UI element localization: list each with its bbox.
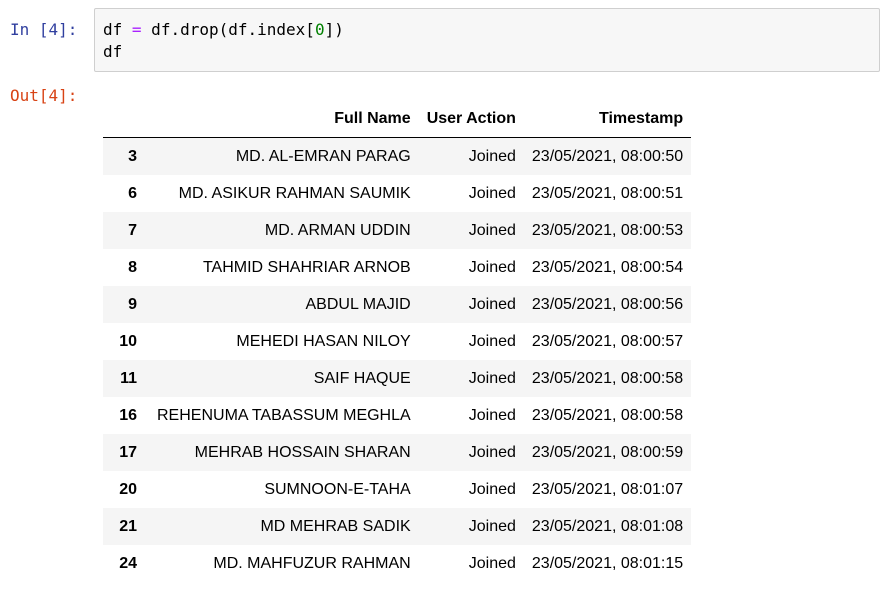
row-index: 21 [119, 517, 137, 535]
row-index: 7 [128, 221, 137, 239]
notebook-cell: In [4]: df = df.drop(df.index[0]) df Out… [0, 0, 883, 600]
cell-user-action: Joined [468, 221, 516, 239]
row-index: 6 [128, 184, 137, 202]
table-row: 11 SAIF HAQUE Joined 23/05/2021, 08:00:58 [103, 360, 692, 397]
cell-full-name: MD MEHRAB SADIK [260, 517, 411, 535]
cell-full-name: MD. MAHFUZUR RAHMAN [213, 554, 411, 572]
cell-full-name: SAIF HAQUE [313, 369, 411, 387]
table-row: 9 ABDUL MAJID Joined 23/05/2021, 08:00:56 [103, 286, 692, 323]
code-token-operator: = [131, 20, 142, 39]
output-prompt: Out[4]: [10, 86, 78, 105]
cell-user-action: Joined [468, 554, 516, 572]
column-header-full-name: Full Name [149, 101, 419, 138]
cell-timestamp: 23/05/2021, 08:00:57 [531, 332, 684, 350]
code-token-var: df [103, 20, 132, 39]
column-header-user-action: User Action [418, 101, 524, 138]
row-index: 11 [120, 369, 137, 387]
index-header [103, 101, 149, 138]
table-row: 20 SUMNOON-E-TAHA Joined 23/05/2021, 08:01:… [103, 471, 692, 508]
cell-timestamp: 23/05/2021, 08:01:07 [531, 480, 684, 498]
cell-full-name: MD. ASIKUR RAHMAN SAUMIK [178, 184, 411, 202]
cell-full-name: MEHEDI HASAN NILOY [236, 332, 411, 350]
row-index: 24 [119, 554, 137, 572]
cell-user-action: Joined [468, 369, 516, 387]
code-editor[interactable]: df = df.drop(df.index[0]) df [94, 8, 880, 72]
table-row: 8 TAHMID SHAHRIAR ARNOB Joined 23/05/2021, … [103, 249, 692, 286]
cell-user-action: Joined [468, 443, 516, 461]
table-row: 7 MD. ARMAN UDDIN Joined 23/05/2021, 08:00:… [103, 212, 692, 249]
code-token-number: 0 [314, 20, 325, 39]
row-index: 17 [119, 443, 137, 461]
code-line-2: df [103, 42, 123, 61]
cell-timestamp: 23/05/2021, 08:00:56 [531, 295, 684, 313]
cell-timestamp: 23/05/2021, 08:00:59 [531, 443, 684, 461]
cell-timestamp: 23/05/2021, 08:00:53 [531, 221, 684, 239]
row-index: 3 [128, 147, 137, 165]
cell-full-name: TAHMID SHAHRIAR ARNOB [202, 258, 411, 276]
table-row: 16 REHENUMA TABASSUM MEGHLA Joined 23/05/20… [103, 397, 692, 434]
code-line-1: df = df.drop(df.index[0]) [103, 19, 879, 41]
input-prompt: In [4]: [10, 20, 78, 39]
cell-timestamp: 23/05/2021, 08:00:51 [531, 184, 684, 202]
cell-timestamp: 23/05/2021, 08:00:50 [531, 147, 684, 165]
cell-full-name: MD. AL-EMRAN PARAG [235, 147, 411, 165]
dataframe-table: Full Name User Action Timestamp 3 MD. AL-… [103, 101, 692, 582]
cell-user-action: Joined [468, 184, 516, 202]
table-header-row: Full Name User Action Timestamp [103, 101, 692, 138]
row-index: 16 [119, 406, 137, 424]
cell-user-action: Joined [468, 517, 516, 535]
row-index: 8 [128, 258, 137, 276]
cell-timestamp: 23/05/2021, 08:00:54 [531, 258, 684, 276]
cell-user-action: Joined [468, 332, 516, 350]
row-index: 10 [119, 332, 137, 350]
table-row: 6 MD. ASIKUR RAHMAN SAUMIK Joined 23/05/202… [103, 175, 692, 212]
table-row: 10 MEHEDI HASAN NILOY Joined 23/05/2021, 08… [103, 323, 692, 360]
cell-timestamp: 23/05/2021, 08:01:08 [531, 517, 684, 535]
cell-full-name: MEHRAB HOSSAIN SHARAN [194, 443, 411, 461]
row-index: 20 [119, 480, 137, 498]
code-token-call-a: df.drop(df.index[ [141, 20, 315, 39]
cell-timestamp: 23/05/2021, 08:01:15 [531, 554, 684, 572]
cell-user-action: Joined [468, 295, 516, 313]
cell-user-action: Joined [468, 147, 516, 165]
table-body: 3 MD. AL-EMRAN PARAG Joined 23/05/2021, 08:… [103, 137, 692, 582]
cell-timestamp: 23/05/2021, 08:00:58 [531, 406, 684, 424]
cell-full-name: MD. ARMAN UDDIN [264, 221, 411, 239]
column-header-timestamp: Timestamp [523, 101, 692, 138]
cell-timestamp: 23/05/2021, 08:00:58 [531, 369, 684, 387]
cell-full-name: ABDUL MAJID [305, 295, 411, 313]
row-index: 9 [128, 295, 137, 313]
cell-full-name: REHENUMA TABASSUM MEGHLA [157, 406, 411, 424]
cell-user-action: Joined [468, 406, 516, 424]
table-row: 21 MD MEHRAB SADIK Joined 23/05/2021, 08:01… [103, 508, 692, 545]
cell-user-action: Joined [468, 480, 516, 498]
table-row: 24 MD. MAHFUZUR RAHMAN Joined 23/05/2021, 0… [103, 545, 692, 582]
table-row: 3 MD. AL-EMRAN PARAG Joined 23/05/2021, 08:… [103, 137, 692, 175]
table-row: 17 MEHRAB HOSSAIN SHARAN Joined 23/05/2021,… [103, 434, 692, 471]
cell-full-name: SUMNOON-E-TAHA [264, 480, 411, 498]
code-token-call-b: ]) [324, 20, 344, 39]
cell-user-action: Joined [468, 258, 516, 276]
